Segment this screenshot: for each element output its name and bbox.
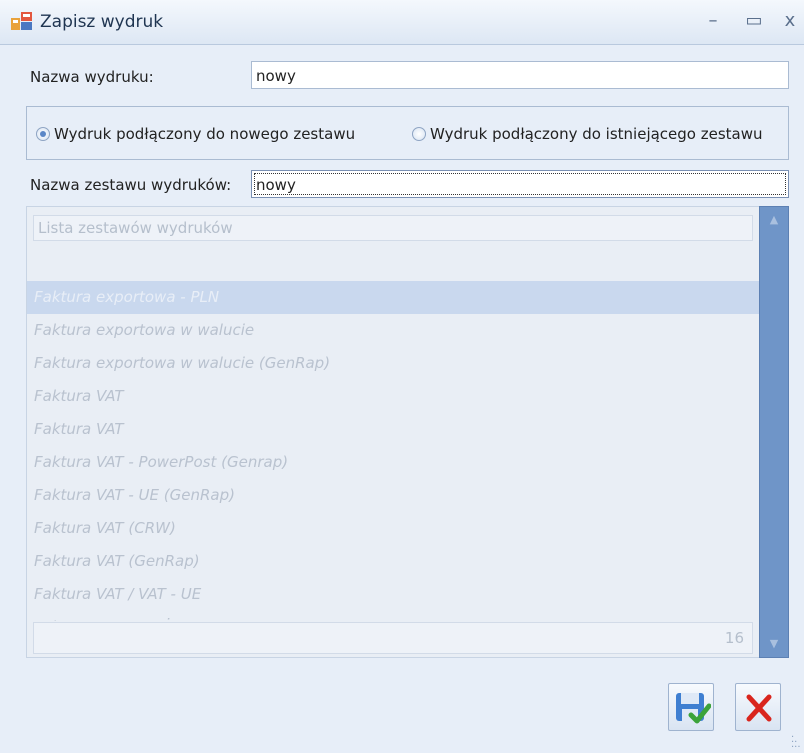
set-name-input[interactable]: nowy	[251, 170, 789, 198]
radio-unchecked-icon	[412, 127, 426, 141]
list-items: Faktura exportowa - PLN Faktura exportowa…	[27, 281, 759, 621]
list-item[interactable]: Faktura VAT (GenRap)	[27, 545, 759, 578]
list-item[interactable]: Faktura VAT / VAT - UE	[27, 578, 759, 611]
list-scrollbar[interactable]: ▲ ▼	[759, 206, 789, 658]
maximize-button[interactable]: ▭	[743, 10, 765, 32]
attach-mode-radio-group: Wydruk podłączony do nowego zestawu Wydr…	[26, 106, 789, 160]
list-item[interactable]: Faktura exportowa - PLN	[27, 281, 759, 314]
window-app-icon	[11, 12, 32, 30]
close-button[interactable]: x	[779, 10, 801, 32]
print-set-list: Lista zestawów wydruków Faktura exportow…	[26, 206, 760, 658]
save-check-icon	[676, 693, 711, 724]
list-item[interactable]: Faktura VAT - UE (GenRap)	[27, 479, 759, 512]
minimize-button[interactable]: –	[702, 10, 724, 32]
title-bar[interactable]: Zapisz wydruk – ▭ x	[0, 0, 804, 45]
radio-existing-set[interactable]: Wydruk podłączony do istniejącego zestaw…	[412, 125, 763, 143]
radio-existing-set-label: Wydruk podłączony do istniejącego zestaw…	[430, 125, 763, 143]
list-item[interactable]: Faktura exportowa w walucie	[27, 314, 759, 347]
resize-grip-icon[interactable]: · ·· ···	[791, 733, 803, 753]
list-item[interactable]: Faktura VAT - PowerPost (Genrap)	[27, 446, 759, 479]
print-name-label: Nazwa wydruku:	[30, 68, 154, 86]
radio-checked-icon	[36, 127, 50, 141]
list-count: 16	[33, 622, 753, 654]
window-title: Zapisz wydruk	[40, 12, 164, 32]
list-item[interactable]: Faktura exportowa w walucie (GenRap)	[27, 347, 759, 380]
list-item[interactable]: Faktura VAT	[27, 380, 759, 413]
print-name-input[interactable]: nowy	[251, 61, 789, 89]
scroll-down-icon[interactable]: ▼	[760, 631, 788, 657]
scroll-up-icon[interactable]: ▲	[760, 207, 788, 233]
list-item[interactable]: Faktura VAT	[27, 413, 759, 446]
red-x-icon	[746, 694, 772, 722]
list-header: Lista zestawów wydruków	[33, 215, 753, 241]
save-button[interactable]	[668, 683, 714, 731]
list-item[interactable]: Faktura VAT (CRW)	[27, 512, 759, 545]
list-item[interactable]: Faktura VAT MARŻA	[27, 611, 759, 621]
set-name-label: Nazwa zestawu wydruków:	[30, 176, 232, 194]
radio-new-set-label: Wydruk podłączony do nowego zestawu	[54, 125, 356, 143]
radio-new-set[interactable]: Wydruk podłączony do nowego zestawu	[36, 125, 355, 143]
cancel-button[interactable]	[735, 683, 781, 731]
